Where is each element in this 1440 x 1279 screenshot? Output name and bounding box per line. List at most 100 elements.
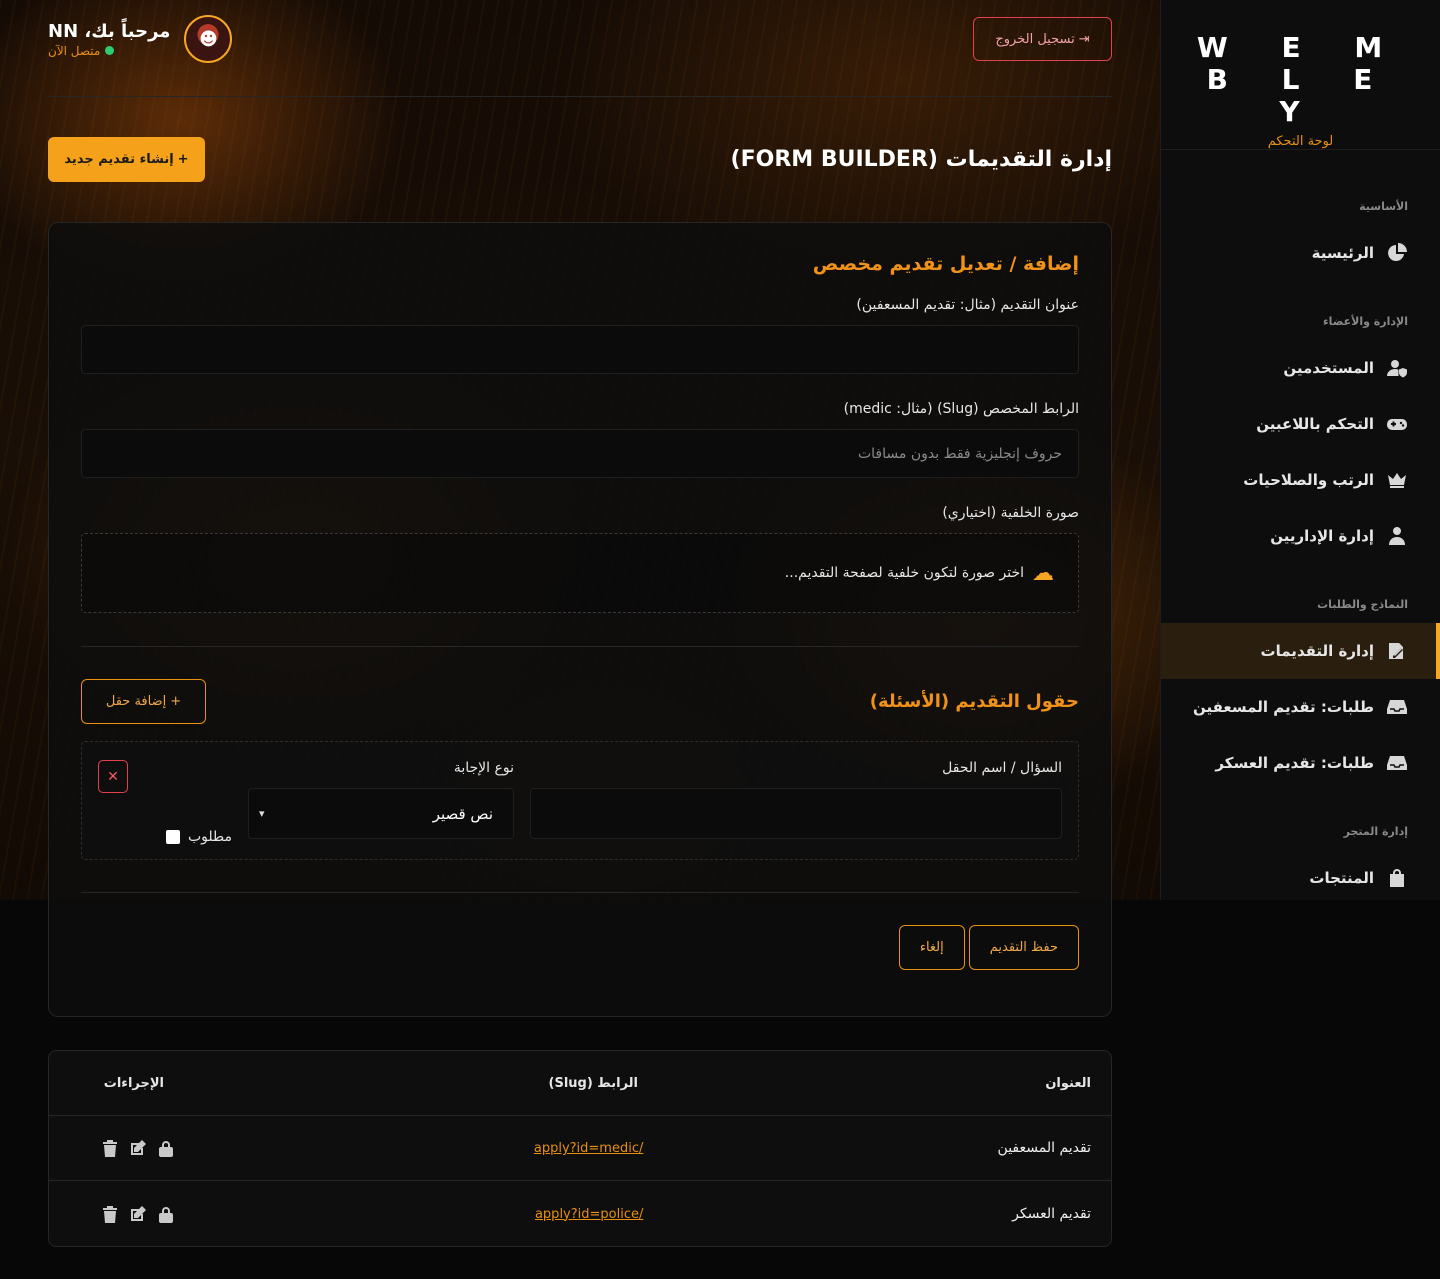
gamepad-icon: [1386, 413, 1408, 435]
sidebar-item-medic-requests[interactable]: طلبات: تقديم المسعفين: [1161, 679, 1440, 735]
col-actions: الإجراءات: [103, 1075, 164, 1091]
lock-icon[interactable]: [157, 1205, 175, 1223]
row-actions: [101, 1139, 175, 1157]
save-button[interactable]: حفظ التقديم: [968, 925, 1079, 970]
crown-icon: [1386, 469, 1408, 491]
title-label: عنوان التقديم (مثال: تقديم المسعفين): [856, 297, 1079, 313]
slug-link[interactable]: /apply?id=police: [535, 1207, 643, 1222]
nav-group-management: الإدارة والأعضاء: [1323, 315, 1408, 328]
sidebar-item-label: التحكم باللاعبين: [1256, 415, 1374, 433]
page-header: إدارة التقديمات (FORM BUILDER) + إنشاء ت…: [48, 97, 1112, 222]
table-row: تقديم العسكر /apply?id=police: [49, 1181, 1111, 1246]
background-upload[interactable]: ☁ اختر صورة لتكون خلفية لصفحة التقديم...: [81, 533, 1079, 613]
table-row: تقديم المسعفين /apply?id=medic: [49, 1116, 1111, 1181]
user-shield-icon: [1386, 357, 1408, 379]
form-actions: حفظ التقديم إلغاء: [81, 925, 1079, 970]
logout-label: تسجيل الخروج: [995, 31, 1075, 47]
remove-field-button[interactable]: ✕: [98, 760, 128, 793]
trash-icon[interactable]: [101, 1205, 119, 1223]
required-toggle[interactable]: مطلوب: [165, 829, 232, 845]
plus-icon: +: [177, 152, 189, 167]
nav-group-store: إدارة المتجر: [1343, 825, 1408, 838]
sidebar-item-label: الرتب والصلاحيات: [1243, 471, 1374, 489]
fields-title: حقول التقديم (الأسئلة): [869, 691, 1079, 712]
sidebar-item-applications[interactable]: إدارة التقديمات: [1161, 623, 1440, 679]
chevron-down-icon: ▾: [259, 807, 265, 820]
add-field-button[interactable]: + إضافة حقل: [81, 679, 206, 724]
online-dot-icon: [105, 46, 115, 55]
sidebar-item-home[interactable]: الرئيسية: [1161, 225, 1440, 281]
sidebar-item-police-requests[interactable]: طلبات: تقديم العسكر: [1161, 735, 1440, 791]
create-application-button[interactable]: + إنشاء تقديم جديد: [48, 137, 205, 182]
topbar: ☻ مرحباً بك، NN متصل الآن ⇥ تسجيل الخروج: [48, 0, 1112, 97]
sidebar-item-label: إدارة التقديمات: [1260, 642, 1374, 660]
slug-link[interactable]: /apply?id=medic: [534, 1141, 644, 1156]
title-input[interactable]: [81, 325, 1079, 374]
question-input[interactable]: [530, 788, 1062, 839]
user-tie-icon: [1386, 525, 1408, 547]
sidebar: W E M B L E Y لوحة التحكم الأساسية الرئي…: [1160, 0, 1440, 900]
fields-header: حقول التقديم (الأسئلة) + إضافة حقل: [81, 679, 1079, 724]
form-card-title: إضافة / تعديل تقديم مخصص: [812, 253, 1079, 275]
edit-icon[interactable]: [129, 1205, 147, 1223]
required-label: مطلوب: [187, 829, 232, 845]
shopping-bag-icon: [1386, 867, 1408, 889]
sidebar-item-label: طلبات: تقديم العسكر: [1215, 754, 1374, 772]
form-card: إضافة / تعديل تقديم مخصص عنوان التقديم (…: [48, 222, 1112, 1017]
sidebar-item-ranks[interactable]: الرتب والصلاحيات: [1161, 452, 1440, 508]
trash-icon[interactable]: [101, 1139, 119, 1157]
sidebar-item-label: طلبات: تقديم المسعفين: [1193, 698, 1374, 716]
row-title: تقديم المسعفين: [997, 1140, 1091, 1156]
divider: [81, 646, 1079, 647]
applications-table: العنوان الرابط (Slug) الإجراءات تقديم ال…: [48, 1050, 1112, 1247]
user-box: ☻ مرحباً بك، NN متصل الآن: [48, 15, 233, 63]
status-text: متصل الآن: [48, 43, 101, 58]
nav-group-basic: الأساسية: [1359, 200, 1408, 213]
divider: [81, 892, 1079, 893]
answer-type-value: نص قصير: [432, 804, 493, 823]
lock-icon[interactable]: [157, 1139, 175, 1157]
main-content: ☻ مرحباً بك، NN متصل الآن ⇥ تسجيل الخروج…: [48, 0, 1112, 1017]
nav-group-forms: النماذج والطلبات: [1317, 598, 1408, 611]
create-label: إنشاء تقديم جديد: [64, 152, 174, 167]
brand-subtitle: لوحة التحكم: [1267, 134, 1334, 149]
upload-text: اختر صورة لتكون خلفية لصفحة التقديم...: [784, 565, 1024, 581]
cloud-upload-icon: ☁: [1032, 560, 1054, 586]
col-title: العنوان: [1045, 1075, 1091, 1091]
question-label: السؤال / اسم الحقل: [942, 760, 1062, 776]
close-icon: ✕: [107, 768, 119, 784]
avatar[interactable]: ☻: [184, 15, 233, 63]
edit-icon[interactable]: [129, 1139, 147, 1157]
logout-button[interactable]: ⇥ تسجيل الخروج: [973, 17, 1112, 61]
brand: W E M B L E Y لوحة التحكم: [1161, 0, 1440, 150]
table-header: العنوان الرابط (Slug) الإجراءات: [49, 1051, 1111, 1116]
field-row: السؤال / اسم الحقل نوع الإجابة نص قصير ▾…: [81, 741, 1079, 860]
sidebar-item-label: إدارة الإداريين: [1270, 527, 1374, 545]
sidebar-item-label: المستخدمين: [1283, 359, 1374, 377]
page-title: إدارة التقديمات (FORM BUILDER): [730, 147, 1112, 172]
online-status: متصل الآن: [48, 44, 170, 58]
sidebar-item-users[interactable]: المستخدمين: [1161, 340, 1440, 396]
required-checkbox[interactable]: [165, 830, 180, 844]
sidebar-item-label: الرئيسية: [1311, 244, 1374, 262]
inbox-icon: [1386, 752, 1408, 774]
cancel-button[interactable]: إلغاء: [898, 925, 965, 970]
type-label: نوع الإجابة: [453, 760, 514, 776]
sidebar-item-admins[interactable]: إدارة الإداريين: [1161, 508, 1440, 564]
slug-input[interactable]: [81, 429, 1079, 478]
answer-type-select[interactable]: نص قصير ▾: [248, 788, 514, 839]
sidebar-item-products[interactable]: المنتجات: [1161, 850, 1440, 906]
add-field-label: إضافة حقل: [105, 694, 167, 709]
pie-chart-icon: [1386, 242, 1408, 264]
brand-logo: W E M B L E Y: [1196, 31, 1405, 128]
logout-icon: ⇥: [1078, 31, 1090, 47]
col-slug: الرابط (Slug): [548, 1075, 639, 1091]
file-signature-icon: [1386, 640, 1408, 662]
inbox-icon: [1386, 696, 1408, 718]
plus-icon: +: [170, 694, 182, 709]
background-label: صورة الخلفية (اختياري): [942, 505, 1079, 521]
slug-label: الرابط المخصص (Slug) (مثال: medic): [843, 401, 1079, 417]
user-greeting: مرحباً بك، NN: [48, 20, 171, 42]
sidebar-item-label: المنتجات: [1309, 869, 1374, 887]
sidebar-item-players[interactable]: التحكم باللاعبين: [1161, 396, 1440, 452]
